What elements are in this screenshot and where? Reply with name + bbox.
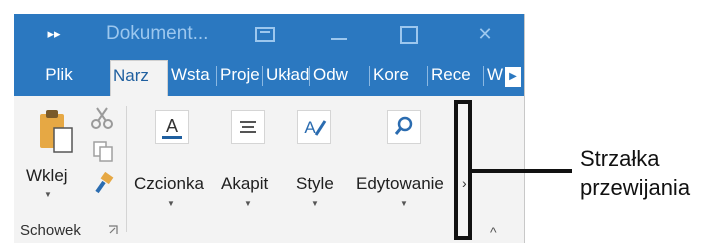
editing-dropdown-icon: ▼ (400, 199, 408, 208)
styles-label: Style (296, 174, 334, 193)
tab-separator (262, 66, 263, 86)
minimize-icon[interactable] (324, 23, 354, 45)
tab-separator (369, 66, 370, 86)
ribbon-display-options-icon[interactable] (250, 23, 280, 45)
styles-dropdown-icon: ▼ (311, 199, 319, 208)
font-icon-tile: A (155, 110, 189, 144)
tab-mailings[interactable]: Kore (371, 60, 427, 90)
editing-icon-tile (387, 110, 421, 144)
tab-references[interactable]: Odw (311, 60, 369, 90)
tab-separator (427, 66, 428, 86)
clipboard-group-label: Schowek (20, 222, 81, 239)
paragraph-dropdown-icon: ▼ (244, 199, 252, 208)
title-bar: ▸▸ Dokument... ✕ (14, 14, 524, 54)
dialog-launcher-icon[interactable] (108, 225, 118, 235)
paste-label: Wklej (26, 166, 68, 185)
font-color-icon: A (162, 116, 182, 139)
tab-insert[interactable]: Wsta (169, 60, 216, 90)
collapse-ribbon-icon[interactable]: ^ (490, 222, 497, 242)
paragraph-label: Akapit (221, 174, 269, 193)
tab-separator (216, 66, 217, 86)
tab-layout[interactable]: Układ (264, 60, 309, 90)
tab-design[interactable]: Proje (218, 60, 262, 90)
clipboard-paste-icon (40, 110, 73, 153)
paragraph-icon-tile (231, 110, 265, 144)
tab-separator (483, 66, 484, 86)
close-icon[interactable]: ✕ (470, 23, 500, 45)
search-icon (394, 116, 413, 135)
callout-line-1: Strzałka (580, 146, 660, 171)
tab-separator (309, 66, 310, 86)
quick-access-overflow-icon[interactable]: ▸▸ (42, 24, 66, 44)
maximize-icon[interactable] (394, 23, 424, 45)
scroll-arrow-highlight-box (454, 100, 472, 240)
ribbon-tab-bar: Plik Narz Wsta Proje Układ Odw Kore Rece… (14, 54, 524, 96)
copy-icon[interactable] (92, 140, 114, 162)
tab-file[interactable]: Plik (32, 60, 86, 90)
tab-review[interactable]: Rece (429, 60, 483, 90)
paragraph-align-icon (240, 121, 256, 133)
ribbon-panel: Wklej ▼ Schowek A Czcionka ▼ Akapit ▼ A … (14, 96, 524, 243)
svg-text:A: A (304, 118, 316, 137)
font-dropdown-icon: ▼ (167, 199, 175, 208)
cut-icon[interactable] (90, 106, 114, 130)
editing-label: Edytowanie (356, 174, 444, 193)
callout-pointer-line (472, 169, 572, 173)
group-separator (126, 106, 127, 232)
paste-dropdown-icon: ▼ (44, 190, 52, 199)
document-title: Dokument... (106, 23, 209, 44)
tab-view[interactable]: W (485, 60, 505, 90)
tab-home[interactable]: Narz (110, 60, 168, 96)
callout-line-2: przewijania (580, 175, 691, 200)
tab-scroll-right-icon[interactable]: ▶ (505, 67, 521, 87)
callout-label: Strzałka przewijania (580, 144, 690, 202)
font-label: Czcionka (134, 174, 204, 193)
word-window: ▸▸ Dokument... ✕ Plik Narz Wsta Proje Uk… (14, 14, 525, 243)
format-painter-icon[interactable] (92, 172, 116, 196)
styles-icon-tile: A (297, 110, 331, 144)
styles-icon: A (304, 118, 327, 137)
svg-text:A: A (166, 116, 178, 136)
